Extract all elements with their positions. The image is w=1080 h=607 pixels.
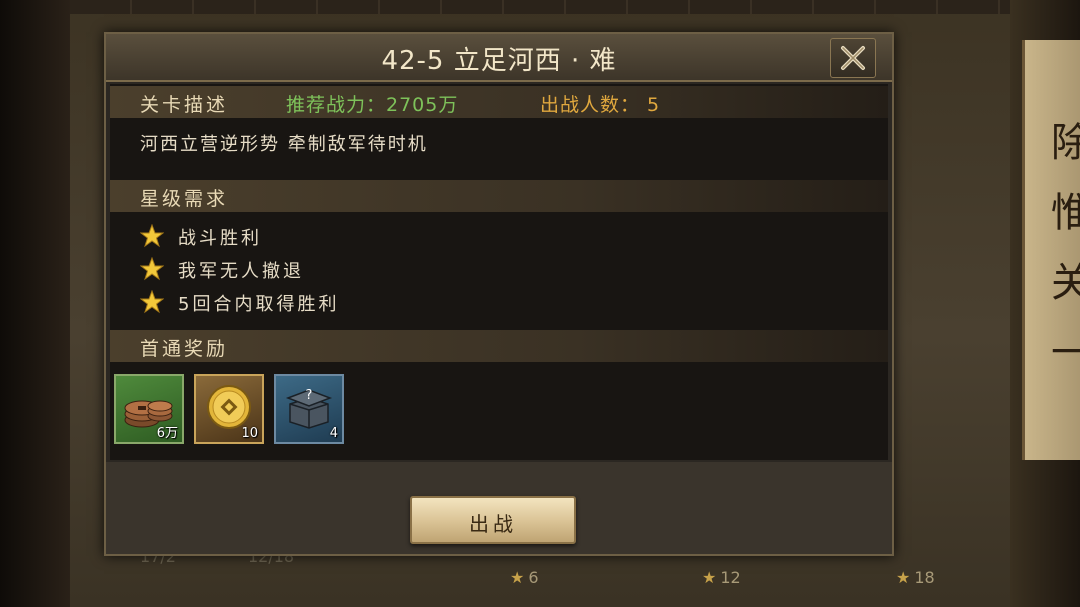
scroll-char: 关 xyxy=(1051,260,1080,306)
close-icon xyxy=(841,46,865,70)
dialog-body: 关卡描述 推荐战力：2705万 出战人数： 5 河西立营逆形势 牵制敌军待时机 … xyxy=(110,84,888,460)
reward-mystery-chest[interactable]: ? 4 xyxy=(274,374,344,444)
first-clear-rewards-bar: 首通奖励 xyxy=(110,330,888,362)
milestone-star-18[interactable]: ★ 18 xyxy=(896,568,935,587)
fight-button-label: 出战 xyxy=(469,512,517,536)
reward-count: 10 xyxy=(241,426,258,441)
stage-description-label: 关卡描述 xyxy=(140,94,229,116)
star-requirements-bar: 星级需求 xyxy=(110,180,888,212)
recommended-power: 推荐战力：2705万 xyxy=(286,94,459,116)
scroll-char: 惟 xyxy=(1051,190,1080,236)
milestone-star-12[interactable]: ★ 12 xyxy=(702,568,741,587)
star-icon: ★ xyxy=(702,568,717,587)
fight-button[interactable]: 出战 xyxy=(410,496,576,544)
stage-info-bar: 关卡描述 推荐战力：2705万 出战人数： 5 xyxy=(110,86,888,118)
milestone-star-6[interactable]: ★ 6 xyxy=(510,568,539,587)
requirement-text: 5回合内取得胜利 xyxy=(178,294,340,315)
star-requirements-label: 星级需求 xyxy=(140,188,229,210)
first-clear-rewards-label: 首通奖励 xyxy=(140,338,229,360)
background-left-panel xyxy=(0,0,70,607)
star-icon xyxy=(140,224,164,248)
reward-count: 6万 xyxy=(156,426,178,441)
reward-count: 4 xyxy=(329,426,338,441)
dialog-title: 42-5 立足河西 · 难 xyxy=(381,46,617,76)
dialog-footer: 出战 xyxy=(106,462,892,554)
scroll-char: 一 xyxy=(1051,330,1080,376)
deploy-count: 出战人数： 5 xyxy=(540,94,661,116)
reward-gold-coin[interactable]: 10 xyxy=(194,374,264,444)
requirement-text: 战斗胜利 xyxy=(178,228,262,249)
scroll-char: 除 xyxy=(1051,120,1080,166)
star-icon xyxy=(140,257,164,281)
stage-description: 河西立营逆形势 牵制敌军待时机 xyxy=(140,134,428,155)
background-scroll: 除 惟 关 一 xyxy=(1022,40,1080,460)
close-button[interactable] xyxy=(830,38,876,78)
background-top-strip xyxy=(70,0,1010,14)
star-icon: ★ xyxy=(896,568,911,587)
requirement-text: 我军无人撤退 xyxy=(178,261,304,282)
dialog-header: 42-5 立足河西 · 难 xyxy=(106,34,892,82)
star-icon: ★ xyxy=(510,568,525,587)
stage-dialog: 42-5 立足河西 · 难 关卡描述 推荐战力：2705万 出战人数： 5 河西… xyxy=(104,32,894,556)
svg-text:?: ? xyxy=(306,388,313,403)
reward-copper-coins[interactable]: 6万 xyxy=(114,374,184,444)
star-icon xyxy=(140,290,164,314)
